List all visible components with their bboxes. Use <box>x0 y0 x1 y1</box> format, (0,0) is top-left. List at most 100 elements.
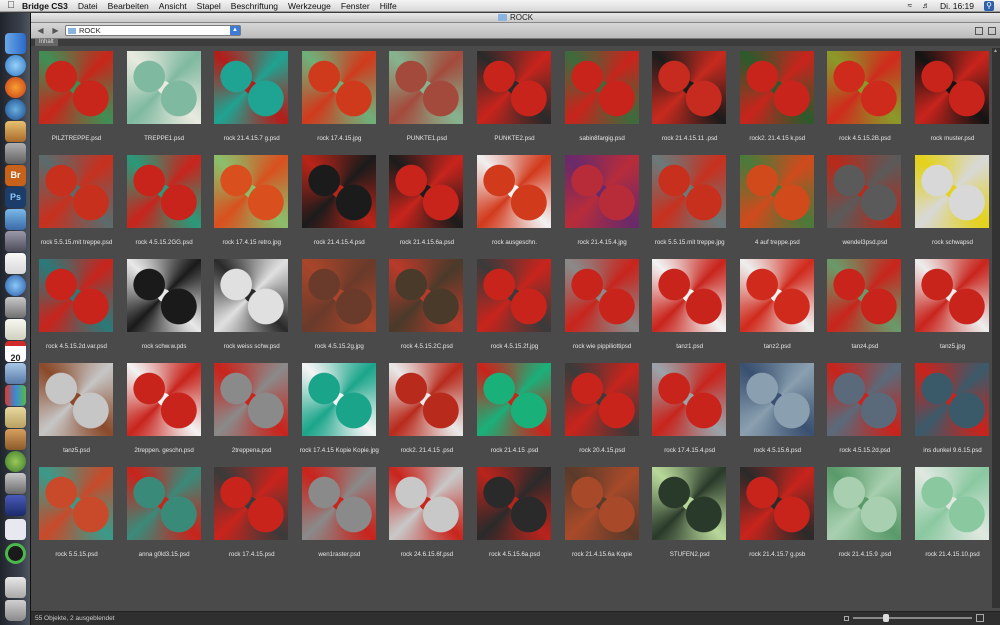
thumbnail-item[interactable]: rock 5.5.15.psd <box>33 467 120 567</box>
menu-werkzeuge[interactable]: Werkzeuge <box>288 1 331 11</box>
thumbnail-item[interactable]: rock 21.4.15.4.psd <box>296 155 383 255</box>
thumbnail-item[interactable]: tanz5.psd <box>33 363 120 463</box>
thumbnail-image[interactable] <box>739 467 814 540</box>
menu-ansicht[interactable]: Ansicht <box>159 1 187 11</box>
thumbnail-item[interactable]: TREPPE1.psd <box>121 51 208 151</box>
menu-stapel[interactable]: Stapel <box>197 1 221 11</box>
thumbnail-item[interactable]: rock 4.5.15.6a.psd <box>471 467 558 567</box>
thumbnail-image[interactable] <box>39 363 113 436</box>
thumbnail-item[interactable]: rock 21.4.15.7 g.psb <box>734 467 821 567</box>
thumbnail-item[interactable]: rock 21.4.15.10.psd <box>909 467 996 567</box>
thumbnail-image[interactable] <box>126 467 201 540</box>
thumbnail-item[interactable]: rock schw.w.pds <box>121 259 208 359</box>
thumbnail-item[interactable]: rock 17.4.15.jpg <box>296 51 383 151</box>
thumbnail-image[interactable] <box>477 259 551 332</box>
thumbnail-item[interactable]: rock 4.5.15.2GG.psd <box>121 155 208 255</box>
flux-icon[interactable] <box>5 495 26 516</box>
thumbnail-image[interactable] <box>652 155 727 228</box>
thumbnail-image[interactable] <box>39 51 113 124</box>
dropdown-arrow-icon[interactable]: ▲ <box>230 26 240 35</box>
thumbnail-image[interactable] <box>915 259 989 332</box>
wifi-icon[interactable]: ≈ <box>908 1 912 10</box>
thumbnail-item[interactable]: rock muster.psd <box>909 51 996 151</box>
thumbnail-item[interactable]: rock2. 21.4.15 k.psd <box>734 51 821 151</box>
thumbnail-image[interactable] <box>915 363 989 436</box>
thumbnail-item[interactable]: 2treppena.psd <box>208 363 295 463</box>
thumbnail-image[interactable] <box>564 363 639 436</box>
thumbnail-image[interactable] <box>827 363 902 436</box>
thumbnail-image[interactable] <box>389 467 464 540</box>
thumbnail-item[interactable]: rock 21.4.15.9 .psd <box>821 467 908 567</box>
scroll-up-icon[interactable]: ▲ <box>993 48 999 54</box>
thumbnail-image[interactable] <box>389 155 464 228</box>
thumbnail-item[interactable]: rock 17.4.15 retro.jpg <box>208 155 295 255</box>
back-arrow-icon[interactable]: ◀ <box>35 25 46 36</box>
thumbnail-item[interactable]: rock 24.6.15.6f.psd <box>383 467 470 567</box>
forward-arrow-icon[interactable]: ▶ <box>50 25 61 36</box>
thumbnail-image[interactable] <box>564 259 639 332</box>
thumbnail-image[interactable] <box>214 467 289 540</box>
thumbnail-item[interactable]: 2treppen. geschn.psd <box>121 363 208 463</box>
finder-icon[interactable] <box>5 33 26 54</box>
thumbnail-item[interactable]: rock 4.5.15.2B.psd <box>821 51 908 151</box>
thumbnail-image[interactable] <box>477 363 551 436</box>
firefox-icon[interactable] <box>5 77 26 98</box>
thumbnail-image[interactable] <box>126 51 201 124</box>
view-list-icon[interactable] <box>975 26 983 35</box>
thumbnail-image[interactable] <box>827 51 902 124</box>
thumbnail-item[interactable]: rock ausgeschn. <box>471 155 558 255</box>
thumbnail-image[interactable] <box>389 259 464 332</box>
app-menu[interactable]: Bridge CS3 <box>22 1 68 11</box>
chat-icon[interactable] <box>5 451 26 472</box>
thumbnail-item[interactable]: rock 21.4.15.6a.psd <box>383 155 470 255</box>
thumbnail-item[interactable]: rock 17.4.15 Kopie Kopie.jpg <box>296 363 383 463</box>
thumbnail-item[interactable]: tanz2.psd <box>734 259 821 359</box>
menu-datei[interactable]: Datei <box>78 1 98 11</box>
preview-icon[interactable] <box>5 363 26 384</box>
thumbnail-image[interactable] <box>827 259 902 332</box>
thumbnail-item[interactable]: ins dunkel 9.6.15.psd <box>909 363 996 463</box>
thumbnail-item[interactable]: rock 5.5.15.mit treppe.psd <box>33 155 120 255</box>
photos-icon[interactable] <box>5 121 26 142</box>
printer-icon[interactable] <box>5 473 26 494</box>
photoshop-icon[interactable]: Ps <box>5 187 26 208</box>
thumbnail-item[interactable]: rock 21.4.15.7 g.psd <box>208 51 295 151</box>
thumbnail-image[interactable] <box>739 363 814 436</box>
web-app-icon[interactable] <box>5 519 26 540</box>
thumbnail-image[interactable] <box>915 51 989 124</box>
itunes-icon[interactable] <box>5 275 26 296</box>
thumbnail-item[interactable]: rock 4.5.15.2C.psd <box>383 259 470 359</box>
desktop-folder-icon[interactable] <box>5 577 26 598</box>
thumbnail-image[interactable] <box>827 155 902 228</box>
thumbnail-item[interactable]: rock 4.5.15.2g.jpg <box>296 259 383 359</box>
menubar-clock[interactable]: Di. 16:19 <box>940 1 974 11</box>
thumbnail-item[interactable]: PUNKTE1.psd <box>383 51 470 151</box>
thumbnail-item[interactable]: rock schwapsd <box>909 155 996 255</box>
thumbnail-image[interactable] <box>652 51 727 124</box>
thumbnail-image[interactable] <box>389 51 464 124</box>
thumbnail-item[interactable]: rock wie pippiliottipsd <box>559 259 646 359</box>
thumbnail-item[interactable]: tanz5.jpg <box>909 259 996 359</box>
thumbnail-item[interactable]: rock 20.4.15.psd <box>559 363 646 463</box>
thumbnail-item[interactable]: tanz1.psd <box>646 259 733 359</box>
thumbnail-image[interactable] <box>301 155 376 228</box>
apple-menu-icon[interactable]:  <box>0 0 22 11</box>
thumbnail-item[interactable]: rock 21.4.15.11 .psd <box>646 51 733 151</box>
thumbnail-image[interactable] <box>827 467 902 540</box>
thumbnail-image[interactable] <box>214 155 289 228</box>
thumbnail-item[interactable]: rock 21.4.15.6a Kopie <box>559 467 646 567</box>
thumbnail-image[interactable] <box>652 259 727 332</box>
thumbnail-item[interactable]: tanz4.psd <box>821 259 908 359</box>
thumbnail-item[interactable]: rock 4.5.15.2f.jpg <box>471 259 558 359</box>
acrobat-icon[interactable] <box>5 253 26 274</box>
thumbnail-item[interactable]: rock2. 21.4.15 .psd <box>383 363 470 463</box>
thumbnail-image[interactable] <box>39 155 113 228</box>
thumbnail-item[interactable]: rock 21.4.15.4.jpg <box>559 155 646 255</box>
window-titlebar[interactable]: ROCK <box>31 13 1000 23</box>
thumbnail-image[interactable] <box>214 363 289 436</box>
thumbnail-image[interactable] <box>126 259 201 332</box>
slider-knob[interactable] <box>882 614 889 622</box>
thumbnail-image[interactable] <box>389 363 464 436</box>
thumbnail-image[interactable] <box>214 259 289 332</box>
trash-icon[interactable] <box>5 600 26 621</box>
